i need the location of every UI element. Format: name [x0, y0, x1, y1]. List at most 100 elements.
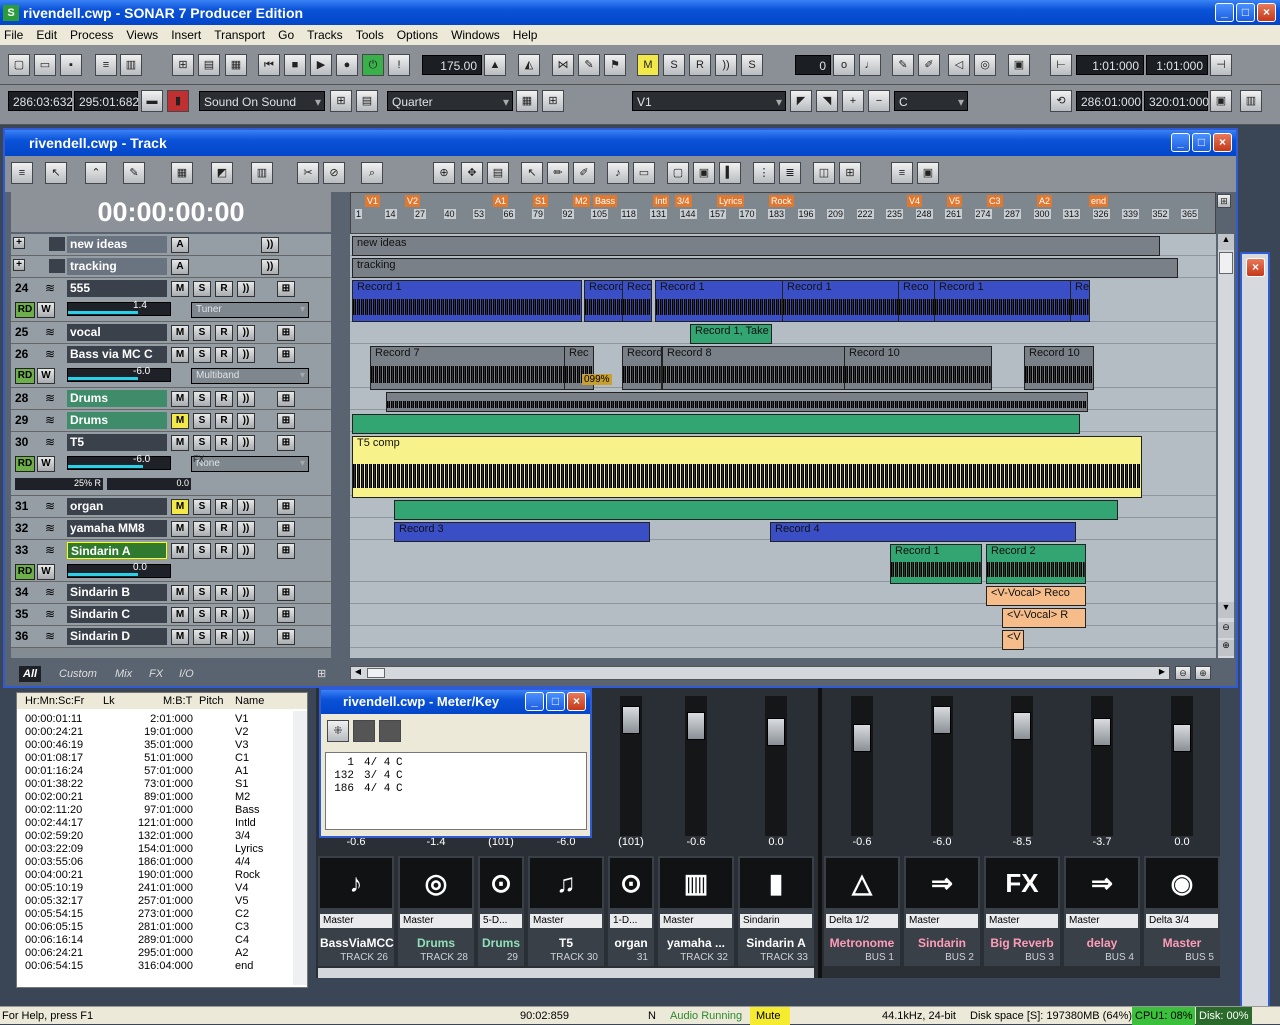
meter-maximize-button[interactable]: □: [546, 692, 565, 711]
track-strip[interactable]: 35 ≋ Sindarin C M S R)) ⊞: [11, 604, 331, 626]
output-select[interactable]: 5-D...: [480, 914, 522, 928]
tab-mix[interactable]: Mix: [111, 666, 136, 682]
strip-name[interactable]: T5: [530, 936, 602, 951]
mute-tool-icon[interactable]: ⊘: [323, 162, 345, 184]
menu-tracks[interactable]: Tracks: [307, 28, 343, 42]
marker-row[interactable]: 00:01:16:24 57:01:000 A1: [17, 765, 293, 778]
auto-punch-icon[interactable]: ▮: [167, 90, 189, 112]
mute-button[interactable]: M: [171, 629, 189, 645]
tab-custom[interactable]: Custom: [55, 666, 101, 682]
next-marker-icon[interactable]: ◥: [816, 90, 838, 112]
delete-marker-icon[interactable]: −: [868, 90, 890, 112]
trim-slider[interactable]: 0.0: [107, 478, 191, 490]
track-strip[interactable]: 32 ≋ yamaha MM8 orgMSR)) ⊞: [11, 518, 331, 552]
track-strip[interactable]: + tracking A)): [11, 256, 331, 278]
channel-fader[interactable]: [851, 696, 873, 836]
snap-toggle-icon[interactable]: ♪: [607, 162, 629, 184]
selection-start-field[interactable]: 1:01:000: [1076, 55, 1144, 75]
console-icon[interactable]: ⊞: [172, 54, 194, 76]
record-arm-button[interactable]: R: [215, 413, 233, 429]
expand-icon[interactable]: ⊞: [839, 162, 861, 184]
fx-bin[interactable]: None: [191, 456, 309, 472]
track-menu-icon[interactable]: ⊞: [277, 629, 295, 645]
fader-knob[interactable]: [853, 724, 871, 752]
eraser-icon[interactable]: ✐: [573, 162, 595, 184]
output-select[interactable]: Master: [986, 914, 1058, 928]
split-icon[interactable]: ▤: [487, 162, 509, 184]
global-record-button[interactable]: R: [689, 54, 711, 76]
audio-engine-icon[interactable]: ⏻: [362, 54, 384, 76]
menu-views[interactable]: Views: [126, 28, 158, 42]
speaker-icon[interactable]: ◁: [948, 54, 970, 76]
synth-rack-icon[interactable]: ▦: [225, 54, 247, 76]
solo-button[interactable]: S: [193, 543, 211, 559]
output-select[interactable]: Master: [1066, 914, 1138, 928]
marker-row[interactable]: 00:01:38:22 73:01:000 S1: [17, 778, 293, 791]
channel-fader[interactable]: [1171, 696, 1193, 836]
meter-close-button[interactable]: ×: [567, 692, 586, 711]
audio-clip[interactable]: [394, 500, 1118, 520]
track-name[interactable]: Sindarin D: [67, 628, 167, 645]
stop-icon[interactable]: ■: [284, 54, 306, 76]
output-select[interactable]: Master: [320, 914, 392, 928]
volume-slider[interactable]: [67, 456, 171, 470]
console-strip[interactable]: ♪ Master BassViaMCC TRACK 26: [318, 856, 394, 966]
track-strip[interactable]: 29 ≋ Drums M S R)) ⊞: [11, 410, 331, 432]
track-maximize-button[interactable]: □: [1192, 133, 1211, 152]
marker-flag[interactable]: V4: [907, 195, 923, 207]
horizontal-scrollbar[interactable]: ◀ ▶: [350, 666, 1170, 680]
console-strip[interactable]: ♫ Master T5 TRACK 30: [528, 856, 604, 966]
output-select[interactable]: Master: [400, 914, 472, 928]
grid-view-icon[interactable]: ▦: [171, 162, 193, 184]
read-automation-button[interactable]: RD: [15, 368, 35, 384]
track-strip[interactable]: 30 ≋ T5MSR)) ⊞ RDW -6.0 None 25% R 0.0 FX: [11, 432, 331, 496]
track-strip[interactable]: 31 ≋ organ M S R)) ⊞: [11, 496, 331, 518]
record-arm-button[interactable]: R: [215, 499, 233, 515]
loop-start-field[interactable]: 286:01:000: [1076, 91, 1142, 111]
menu-go[interactable]: Go: [278, 28, 294, 42]
smart-tool-icon[interactable]: ↖: [45, 162, 67, 184]
marker-flag[interactable]: V5: [947, 195, 963, 207]
channel-fader[interactable]: [1091, 696, 1113, 836]
track-lane[interactable]: [350, 604, 1216, 626]
maximize-button[interactable]: □: [1236, 3, 1255, 22]
output-select[interactable]: Sindarin: [740, 914, 812, 928]
output-select[interactable]: 1-D...: [610, 914, 652, 928]
input-echo-button[interactable]: )): [237, 435, 255, 451]
clips-pane[interactable]: new ideas tracking Record 1 Record Reco Recor…: [350, 234, 1216, 658]
track-close-button[interactable]: ×: [1213, 133, 1232, 152]
record-arm-button[interactable]: R: [215, 521, 233, 537]
expand-icon[interactable]: +: [13, 259, 25, 271]
track-name[interactable]: 555: [67, 280, 167, 297]
audio-clip[interactable]: Record 3: [394, 522, 650, 542]
audio-clip[interactable]: <V: [1002, 630, 1024, 650]
minimize-button[interactable]: _: [1215, 3, 1234, 22]
track-strip[interactable]: 36 ≋ Sindarin D M S R)) ⊞: [11, 626, 331, 648]
audio-clip[interactable]: <V-Vocal> R: [1002, 608, 1086, 628]
marker-row[interactable]: 00:00:24:21 19:01:000 V2: [17, 726, 293, 739]
move-icon[interactable]: ✥: [461, 162, 483, 184]
folder-name[interactable]: new ideas: [67, 236, 167, 253]
marker-flag[interactable]: Intl: [653, 195, 670, 207]
marker-row[interactable]: 00:06:16:14 289:01:000 C4: [17, 934, 293, 947]
track-minimize-button[interactable]: _: [1171, 133, 1190, 152]
list-icon[interactable]: ≡: [891, 162, 913, 184]
fx-bin[interactable]: Multiband: [191, 368, 309, 384]
marker-row[interactable]: 00:02:59:20 132:01:000 3/4: [17, 830, 293, 843]
audio-clip[interactable]: Record 4: [770, 522, 1076, 542]
mute-button[interactable]: M: [171, 607, 189, 623]
record-arm-button[interactable]: R: [215, 347, 233, 363]
console-strip[interactable]: △ Delta 1/2 Metronome BUS 1: [824, 856, 900, 966]
zoom-out-horizontal-icon[interactable]: ⊖: [1175, 666, 1191, 680]
cursor-icon[interactable]: ↖: [521, 162, 543, 184]
track-view-icon[interactable]: ≡: [95, 54, 117, 76]
channel-fader[interactable]: [620, 696, 642, 836]
scroll-right-icon[interactable]: ▶: [1155, 667, 1169, 679]
track-lane[interactable]: [350, 322, 1216, 344]
marker-flag[interactable]: S1: [533, 195, 549, 207]
audio-clip[interactable]: Record 2: [986, 544, 1086, 584]
track-name[interactable]: Sindarin C: [67, 606, 167, 623]
settings-icon[interactable]: ▣: [1008, 54, 1030, 76]
selection-end-field[interactable]: 1:01:000: [1146, 55, 1208, 75]
meter-row[interactable]: 1 4/ 4 C: [330, 757, 560, 770]
